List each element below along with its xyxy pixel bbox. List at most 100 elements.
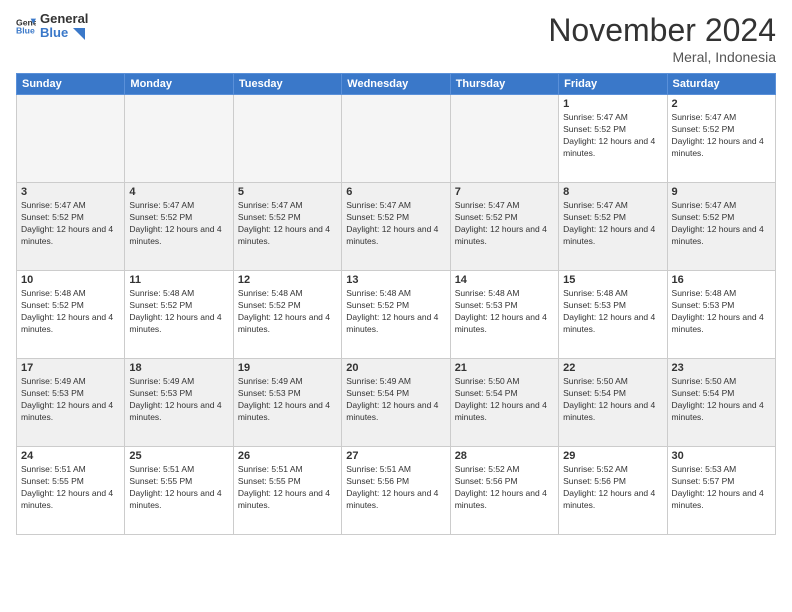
day-number: 23 (672, 362, 771, 374)
day-info: Sunrise: 5:49 AM Sunset: 5:53 PM Dayligh… (238, 376, 337, 424)
calendar-cell: 29 Sunrise: 5:52 AM Sunset: 5:56 PM Dayli… (559, 447, 667, 535)
day-info: Sunrise: 5:47 AM Sunset: 5:52 PM Dayligh… (563, 112, 662, 160)
calendar-cell: 3 Sunrise: 5:47 AM Sunset: 5:52 PM Daylig… (17, 183, 125, 271)
day-info: Sunrise: 5:47 AM Sunset: 5:52 PM Dayligh… (455, 200, 554, 248)
day-number: 7 (455, 186, 554, 198)
day-info: Sunrise: 5:48 AM Sunset: 5:52 PM Dayligh… (21, 288, 120, 336)
day-number: 9 (672, 186, 771, 198)
calendar-cell: 16 Sunrise: 5:48 AM Sunset: 5:53 PM Dayli… (667, 271, 775, 359)
day-info: Sunrise: 5:50 AM Sunset: 5:54 PM Dayligh… (563, 376, 662, 424)
day-number: 21 (455, 362, 554, 374)
calendar-cell: 15Sunrise: 5:48 AM Sunset: 5:53 PM Dayli… (559, 271, 667, 359)
calendar-cell: 11 Sunrise: 5:48 AM Sunset: 5:52 PM Dayli… (125, 271, 233, 359)
day-info: Sunrise: 5:47 AM Sunset: 5:52 PM Dayligh… (21, 200, 120, 248)
calendar-cell: 18 Sunrise: 5:49 AM Sunset: 5:53 PM Dayli… (125, 359, 233, 447)
day-info: Sunrise: 5:51 AM Sunset: 5:55 PM Dayligh… (21, 464, 120, 512)
day-info: Sunrise: 5:48 AM Sunset: 5:52 PM Dayligh… (129, 288, 228, 336)
day-number: 29 (563, 450, 662, 462)
day-number: 14 (455, 274, 554, 286)
day-number: 30 (672, 450, 771, 462)
calendar-week-row: 10Sunrise: 5:48 AM Sunset: 5:52 PM Dayli… (17, 271, 776, 359)
day-info: Sunrise: 5:48 AM Sunset: 5:52 PM Dayligh… (238, 288, 337, 336)
day-info: Sunrise: 5:49 AM Sunset: 5:53 PM Dayligh… (129, 376, 228, 424)
day-info: Sunrise: 5:52 AM Sunset: 5:56 PM Dayligh… (455, 464, 554, 512)
day-info: Sunrise: 5:47 AM Sunset: 5:52 PM Dayligh… (563, 200, 662, 248)
col-sunday: Sunday (17, 74, 125, 95)
day-info: Sunrise: 5:48 AM Sunset: 5:52 PM Dayligh… (346, 288, 445, 336)
calendar-cell (17, 95, 125, 183)
col-wednesday: Wednesday (342, 74, 450, 95)
logo: General Blue General Blue (16, 12, 88, 41)
calendar-cell: 13 Sunrise: 5:48 AM Sunset: 5:52 PM Dayli… (342, 271, 450, 359)
day-number: 3 (21, 186, 120, 198)
calendar-cell: 25Sunrise: 5:51 AM Sunset: 5:55 PM Dayli… (125, 447, 233, 535)
calendar-cell: 27 Sunrise: 5:51 AM Sunset: 5:56 PM Dayli… (342, 447, 450, 535)
calendar-cell: 1 Sunrise: 5:47 AM Sunset: 5:52 PM Daylig… (559, 95, 667, 183)
location: Meral, Indonesia (548, 49, 776, 65)
calendar-cell: 26Sunrise: 5:51 AM Sunset: 5:55 PM Dayli… (233, 447, 341, 535)
day-number: 8 (563, 186, 662, 198)
calendar-cell: 17 Sunrise: 5:49 AM Sunset: 5:53 PM Dayli… (17, 359, 125, 447)
day-number: 18 (129, 362, 228, 374)
month-title: November 2024 (548, 12, 776, 49)
calendar-cell: 28Sunrise: 5:52 AM Sunset: 5:56 PM Dayli… (450, 447, 558, 535)
svg-text:Blue: Blue (16, 26, 35, 36)
day-number: 22 (563, 362, 662, 374)
day-number: 26 (238, 450, 337, 462)
col-monday: Monday (125, 74, 233, 95)
calendar-week-row: 17 Sunrise: 5:49 AM Sunset: 5:53 PM Dayli… (17, 359, 776, 447)
logo-icon: General Blue (16, 16, 36, 36)
day-info: Sunrise: 5:49 AM Sunset: 5:54 PM Dayligh… (346, 376, 445, 424)
calendar-cell: 23 Sunrise: 5:50 AM Sunset: 5:54 PM Dayli… (667, 359, 775, 447)
day-number: 1 (563, 98, 662, 110)
col-friday: Friday (559, 74, 667, 95)
calendar-cell: 14 Sunrise: 5:48 AM Sunset: 5:53 PM Dayli… (450, 271, 558, 359)
day-number: 24 (21, 450, 120, 462)
calendar-cell: 22 Sunrise: 5:50 AM Sunset: 5:54 PM Dayli… (559, 359, 667, 447)
day-info: Sunrise: 5:47 AM Sunset: 5:52 PM Dayligh… (672, 200, 771, 248)
day-info: Sunrise: 5:50 AM Sunset: 5:54 PM Dayligh… (672, 376, 771, 424)
day-number: 13 (346, 274, 445, 286)
calendar-cell: 12 Sunrise: 5:48 AM Sunset: 5:52 PM Dayli… (233, 271, 341, 359)
day-info: Sunrise: 5:51 AM Sunset: 5:56 PM Dayligh… (346, 464, 445, 512)
day-number: 16 (672, 274, 771, 286)
day-info: Sunrise: 5:48 AM Sunset: 5:53 PM Dayligh… (563, 288, 662, 336)
calendar-cell: 6Sunrise: 5:47 AM Sunset: 5:52 PM Daylig… (342, 183, 450, 271)
logo-triangle (73, 28, 85, 40)
day-number: 11 (129, 274, 228, 286)
day-info: Sunrise: 5:50 AM Sunset: 5:54 PM Dayligh… (455, 376, 554, 424)
calendar-cell: 10Sunrise: 5:48 AM Sunset: 5:52 PM Dayli… (17, 271, 125, 359)
day-info: Sunrise: 5:49 AM Sunset: 5:53 PM Dayligh… (21, 376, 120, 424)
calendar-week-row: 24 Sunrise: 5:51 AM Sunset: 5:55 PM Dayli… (17, 447, 776, 535)
col-tuesday: Tuesday (233, 74, 341, 95)
calendar-header-row: Sunday Monday Tuesday Wednesday Thursday… (17, 74, 776, 95)
day-info: Sunrise: 5:48 AM Sunset: 5:53 PM Dayligh… (672, 288, 771, 336)
header: General Blue General Blue November 2024 … (16, 12, 776, 65)
day-number: 19 (238, 362, 337, 374)
calendar-cell: 2 Sunrise: 5:47 AM Sunset: 5:52 PM Daylig… (667, 95, 775, 183)
day-number: 17 (21, 362, 120, 374)
calendar-cell: 7 Sunrise: 5:47 AM Sunset: 5:52 PM Daylig… (450, 183, 558, 271)
calendar-week-row: 1 Sunrise: 5:47 AM Sunset: 5:52 PM Daylig… (17, 95, 776, 183)
day-info: Sunrise: 5:53 AM Sunset: 5:57 PM Dayligh… (672, 464, 771, 512)
calendar-cell: 30 Sunrise: 5:53 AM Sunset: 5:57 PM Dayli… (667, 447, 775, 535)
day-info: Sunrise: 5:47 AM Sunset: 5:52 PM Dayligh… (129, 200, 228, 248)
calendar-table: Sunday Monday Tuesday Wednesday Thursday… (16, 73, 776, 535)
day-number: 2 (672, 98, 771, 110)
calendar-cell: 24 Sunrise: 5:51 AM Sunset: 5:55 PM Dayli… (17, 447, 125, 535)
calendar-cell: 4Sunrise: 5:47 AM Sunset: 5:52 PM Daylig… (125, 183, 233, 271)
calendar-cell (342, 95, 450, 183)
day-info: Sunrise: 5:52 AM Sunset: 5:56 PM Dayligh… (563, 464, 662, 512)
day-number: 27 (346, 450, 445, 462)
day-number: 20 (346, 362, 445, 374)
day-number: 12 (238, 274, 337, 286)
logo-blue: Blue (40, 26, 88, 40)
day-number: 25 (129, 450, 228, 462)
calendar-cell: 19 Sunrise: 5:49 AM Sunset: 5:53 PM Dayli… (233, 359, 341, 447)
day-info: Sunrise: 5:47 AM Sunset: 5:52 PM Dayligh… (672, 112, 771, 160)
calendar-cell: 20 Sunrise: 5:49 AM Sunset: 5:54 PM Dayli… (342, 359, 450, 447)
day-number: 5 (238, 186, 337, 198)
day-number: 6 (346, 186, 445, 198)
calendar-cell: 9 Sunrise: 5:47 AM Sunset: 5:52 PM Daylig… (667, 183, 775, 271)
day-info: Sunrise: 5:48 AM Sunset: 5:53 PM Dayligh… (455, 288, 554, 336)
